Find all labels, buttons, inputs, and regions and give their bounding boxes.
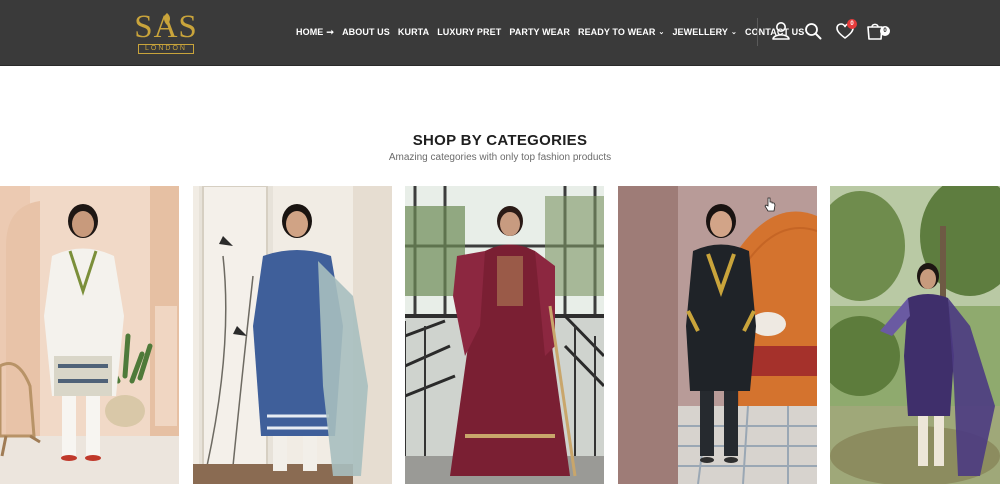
nav-item-party-wear[interactable]: PARTY WEAR — [509, 27, 570, 37]
category-card[interactable] — [830, 186, 1000, 484]
nav-label-kurta: KURTA — [397, 27, 430, 37]
arrow-right-icon: ➞ — [326, 26, 335, 37]
nav-label-about-us: ABOUT US — [342, 27, 390, 37]
search-icon[interactable] — [802, 20, 824, 42]
leaf-icon — [164, 13, 170, 25]
section-subtitle: Amazing categories with only top fashion… — [388, 152, 612, 163]
chevron-down-icon: ⌄ — [658, 29, 665, 36]
logo[interactable]: SAS LONDON — [124, 10, 208, 54]
category-card[interactable] — [0, 186, 179, 484]
cart-button[interactable]: 0 — [864, 20, 890, 42]
site-header: SAS LONDON HOME ➞ ABOUT US KURTA LUXURY … — [0, 0, 1000, 66]
wishlist-count-badge: 0 — [847, 19, 857, 29]
nav-label-home: HOME — [296, 27, 324, 37]
category-image — [0, 186, 179, 484]
nav-label-party-wear: PARTY WEAR — [509, 27, 570, 37]
nav-label-ready-to-wear: READY TO WEAR — [577, 27, 656, 37]
nav-label-jewellery: JEWELLERY — [672, 27, 729, 37]
nav-item-kurta[interactable]: KURTA — [398, 27, 429, 37]
category-card[interactable] — [193, 186, 392, 484]
category-image — [830, 186, 1000, 484]
nav-item-luxury-pret[interactable]: LUXURY PRET — [437, 27, 501, 37]
hand-cursor-icon — [764, 197, 776, 212]
nav-item-about-us[interactable]: ABOUT US — [342, 27, 390, 37]
logo-subtext: LONDON — [138, 44, 194, 54]
nav-item-ready-to-wear[interactable]: READY TO WEAR ⌄ — [578, 27, 664, 37]
nav-label-luxury-pret: LUXURY PRET — [437, 27, 502, 37]
header-divider — [757, 18, 758, 46]
main-nav: HOME ➞ ABOUT US KURTA LUXURY PRET PARTY … — [296, 25, 812, 39]
category-card[interactable] — [405, 186, 604, 484]
category-card[interactable] — [618, 186, 817, 484]
wishlist-button[interactable]: 0 — [834, 19, 857, 42]
chevron-down-icon: ⌄ — [731, 29, 737, 36]
category-image — [405, 186, 604, 484]
category-image — [618, 186, 817, 484]
nav-item-home[interactable]: HOME ➞ — [296, 27, 334, 38]
section-title: SHOP BY CATEGORIES — [412, 132, 588, 149]
cart-count-badge: 0 — [880, 26, 890, 36]
nav-item-jewellery[interactable]: JEWELLERY ⌄ — [672, 27, 737, 37]
category-image — [193, 186, 392, 484]
user-icon[interactable] — [770, 20, 792, 42]
